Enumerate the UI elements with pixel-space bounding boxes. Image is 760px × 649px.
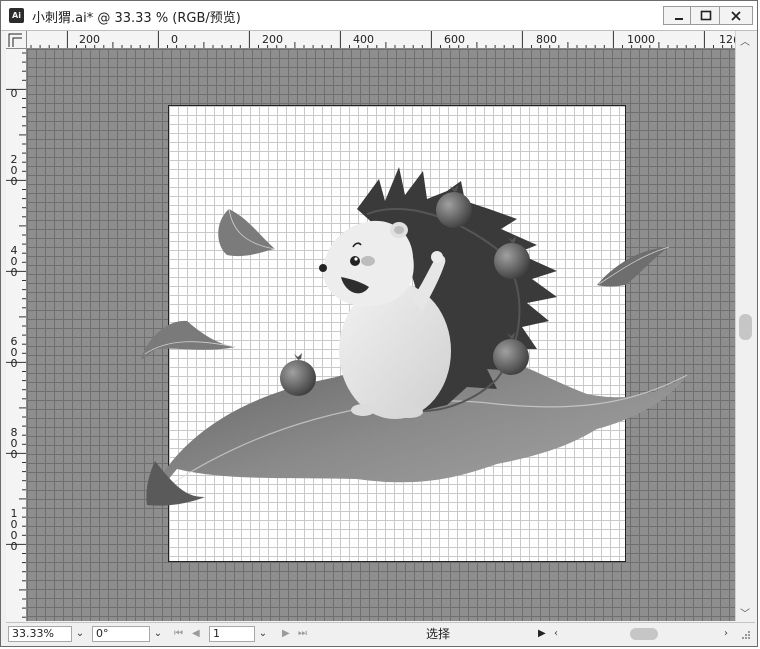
ruler-label: 600 bbox=[444, 33, 465, 46]
floating-leaf-right bbox=[597, 246, 670, 287]
horizontal-ruler[interactable]: 200 0 200 400 600 800 1000 12( bbox=[27, 31, 735, 49]
hedgehog-illustration[interactable] bbox=[27, 49, 735, 621]
canvas-pasteboard[interactable] bbox=[27, 49, 735, 621]
last-page-icon[interactable]: ⏭ bbox=[298, 626, 307, 642]
ruler-label: 600 bbox=[10, 335, 18, 370]
ruler-origin-corner[interactable] bbox=[6, 31, 27, 49]
ruler-label: 12( bbox=[719, 33, 735, 46]
scroll-left-icon[interactable]: ‹ bbox=[554, 626, 558, 642]
document-window: Ai 小刺猬.ai* @ 33.33 % (RGB/预览) 200 0 200 … bbox=[0, 0, 758, 647]
minimize-icon bbox=[675, 17, 683, 20]
status-bar: 33.33% ⌄ 0° ⌄ ⏮ ◀ 1 ⌄ ▶ ⏭ 选择 ▶ ‹ › bbox=[6, 622, 755, 644]
close-button[interactable] bbox=[719, 6, 753, 25]
ruler-origin-icon bbox=[8, 33, 22, 47]
ruler-label: 400 bbox=[10, 244, 18, 279]
floating-leaf-left-mid bbox=[141, 320, 236, 359]
vertical-scrollbar[interactable]: ︿ ﹀ bbox=[735, 31, 755, 621]
floating-leaf-left-top bbox=[218, 208, 276, 257]
zoom-dropdown-chevron-down-icon[interactable]: ⌄ bbox=[72, 626, 88, 642]
ruler-label: 1000 bbox=[10, 507, 18, 553]
vertical-scroll-thumb[interactable] bbox=[739, 314, 752, 340]
scroll-right-icon[interactable]: › bbox=[724, 626, 728, 642]
zoom-field[interactable]: 33.33% bbox=[8, 626, 72, 642]
document-title: 小刺猬.ai* @ 33.33 % (RGB/预览) bbox=[32, 11, 241, 26]
artboard-dropdown-chevron-down-icon[interactable]: ⌄ bbox=[255, 626, 271, 642]
play-icon[interactable]: ▶ bbox=[538, 626, 546, 642]
illustrator-app-icon: Ai bbox=[9, 8, 24, 23]
rotation-dropdown-chevron-down-icon[interactable]: ⌄ bbox=[150, 626, 166, 642]
next-page-icon[interactable]: ▶ bbox=[282, 626, 290, 642]
ruler-label: 800 bbox=[536, 33, 557, 46]
rotation-field[interactable]: 0° bbox=[92, 626, 150, 642]
berry bbox=[436, 185, 472, 228]
ruler-label: 0 bbox=[171, 33, 178, 46]
hedgehog-head bbox=[319, 220, 414, 307]
maximize-icon bbox=[700, 10, 712, 20]
resize-grip-icon[interactable] bbox=[739, 629, 751, 641]
ruler-label: 0 bbox=[10, 87, 18, 100]
artboard-number-field[interactable]: 1 bbox=[209, 626, 255, 642]
current-tool-label: 选择 bbox=[425, 627, 450, 641]
scroll-down-icon[interactable]: ﹀ bbox=[740, 605, 750, 620]
horizontal-scroll-thumb[interactable] bbox=[630, 628, 658, 640]
ruler-label: 400 bbox=[353, 33, 374, 46]
maximize-button[interactable] bbox=[690, 6, 722, 25]
vertical-ruler[interactable]: 0 200 400 600 800 1000 bbox=[6, 49, 27, 621]
berry-on-leaf bbox=[280, 353, 316, 396]
ruler-label: 1000 bbox=[627, 33, 655, 46]
ruler-label: 200 bbox=[79, 33, 100, 46]
ruler-label: 200 bbox=[262, 33, 283, 46]
first-page-icon[interactable]: ⏮ bbox=[174, 626, 183, 642]
ruler-label: 800 bbox=[10, 426, 18, 461]
horizontal-scrollbar[interactable]: ‹ › bbox=[552, 626, 737, 642]
prev-page-icon[interactable]: ◀ bbox=[192, 626, 200, 642]
ruler-label: 200 bbox=[10, 153, 18, 188]
close-icon bbox=[731, 10, 741, 21]
title-bar[interactable]: Ai 小刺猬.ai* @ 33.33 % (RGB/预览) bbox=[1, 1, 757, 31]
scroll-up-icon[interactable]: ︿ bbox=[740, 33, 750, 48]
